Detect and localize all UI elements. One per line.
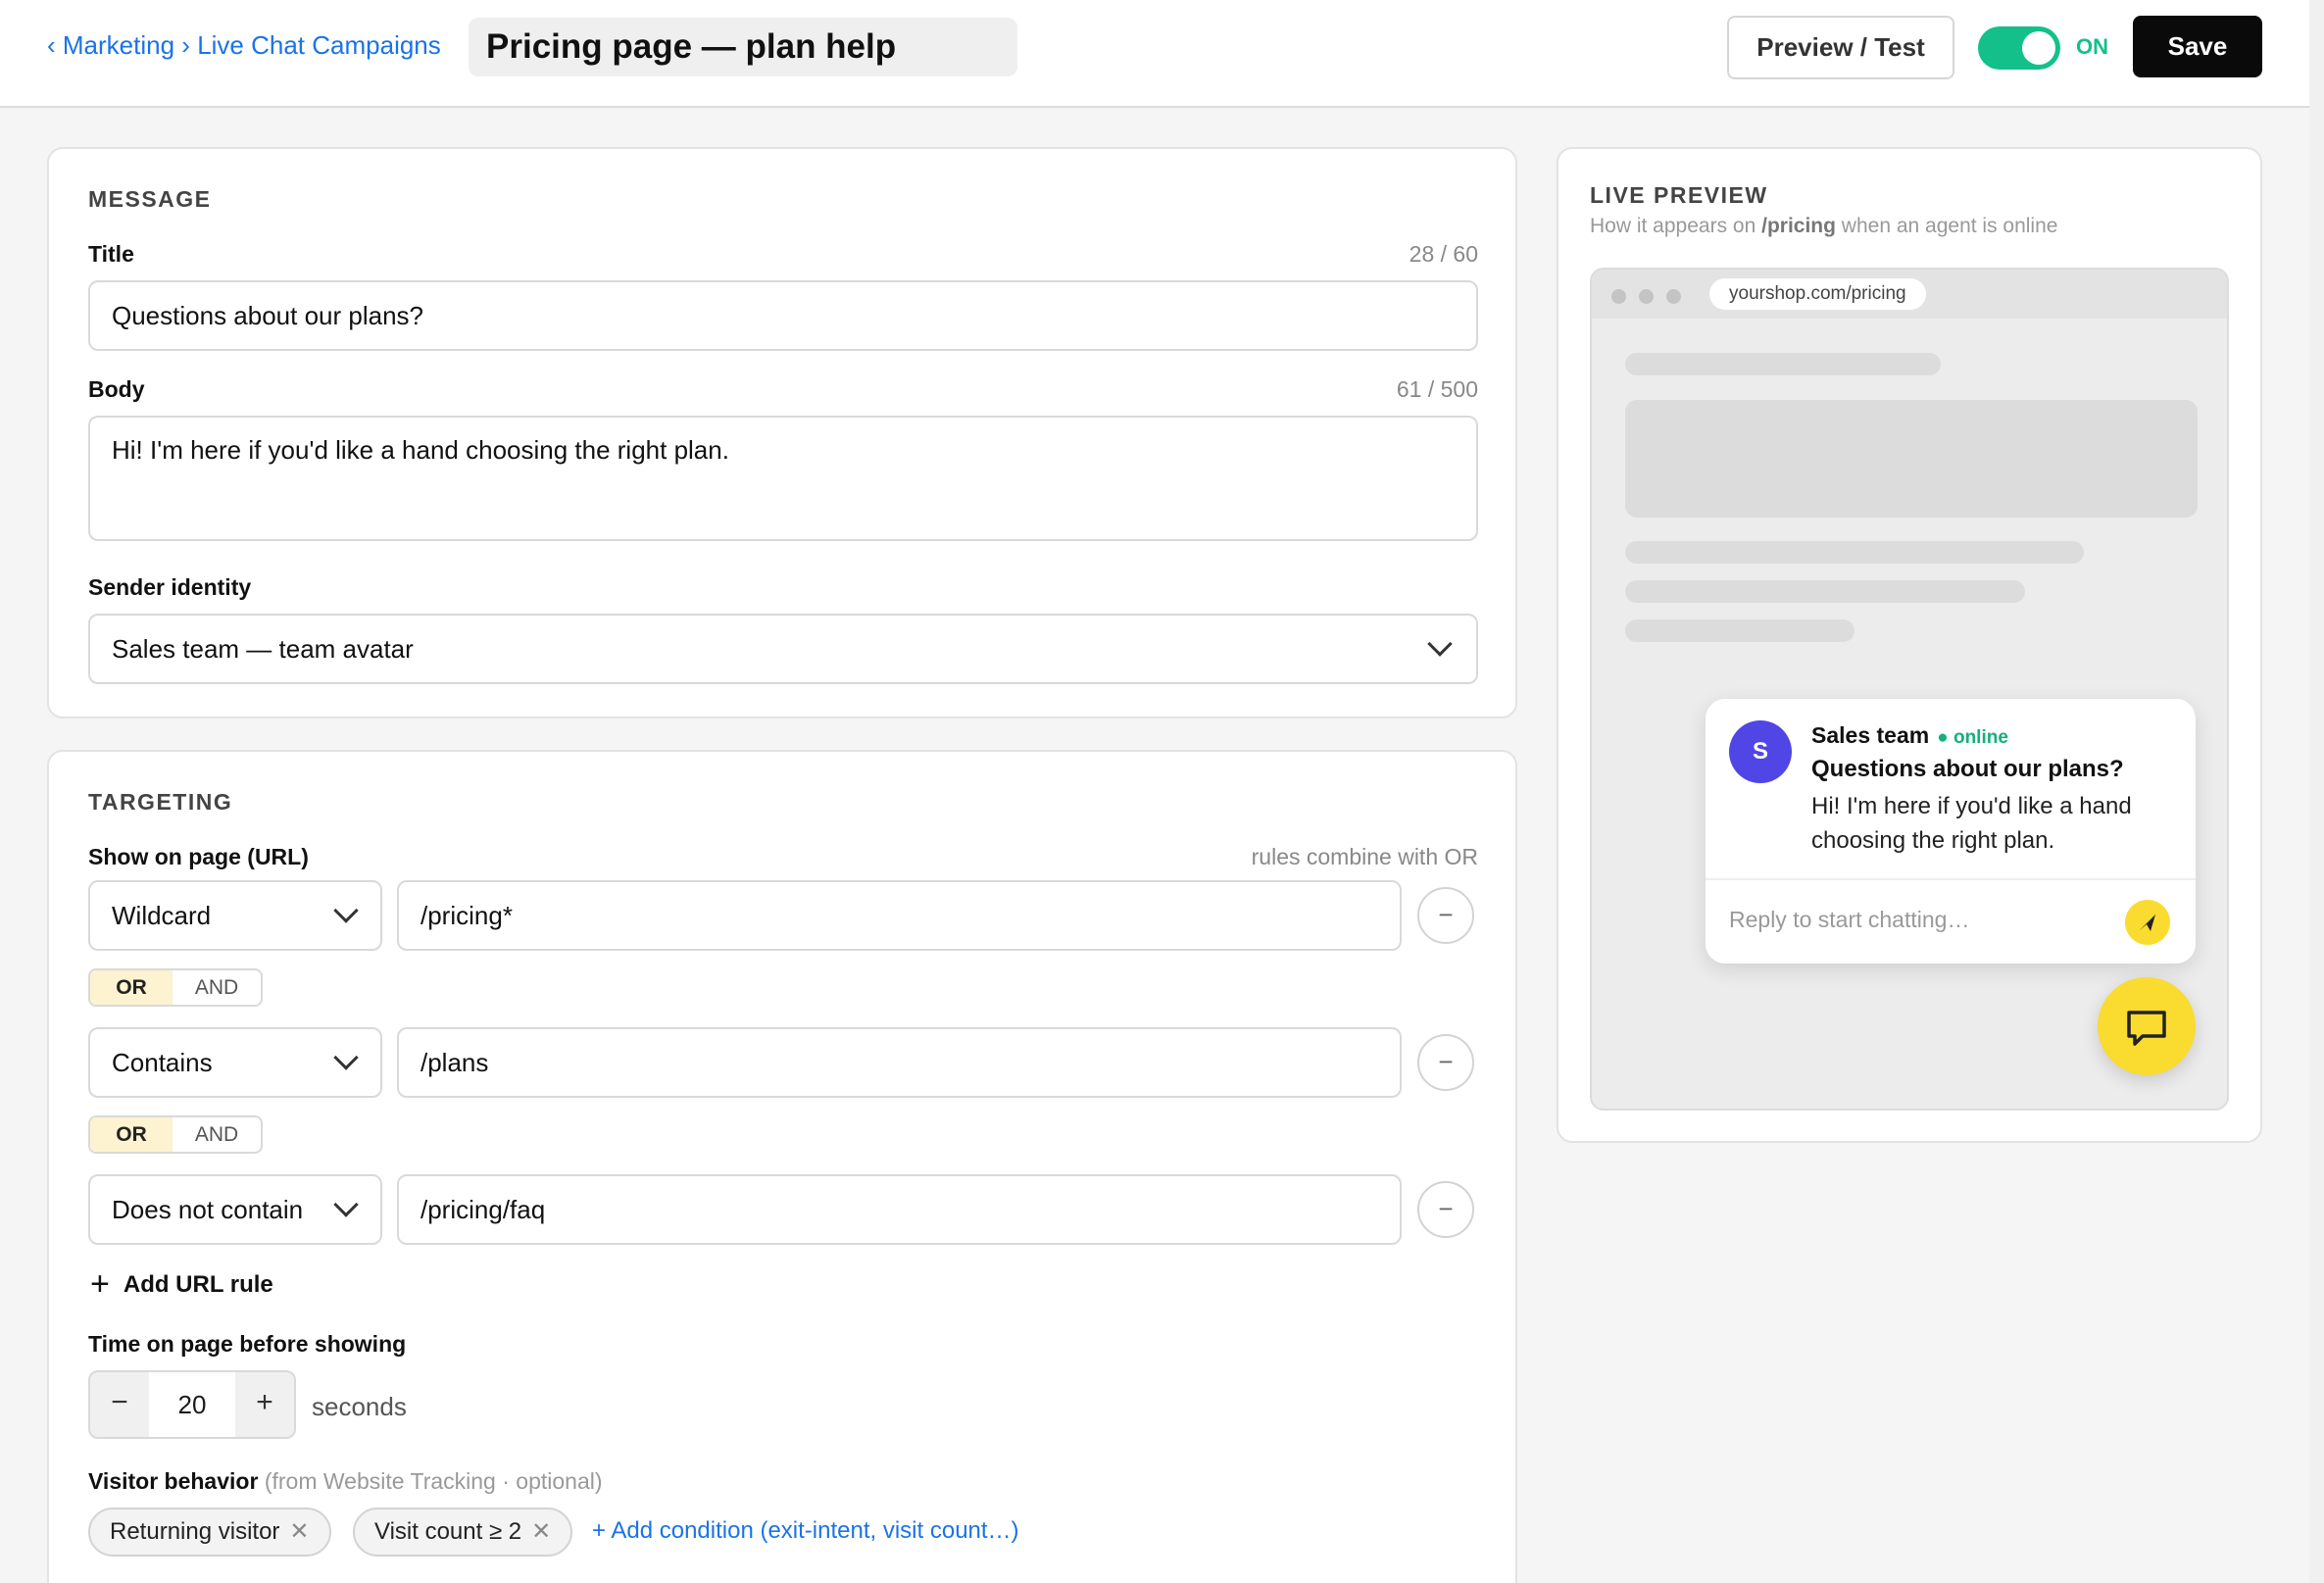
preview-test-button[interactable]: Preview / Test (1727, 16, 1954, 79)
rule-match-value: Wildcard (112, 901, 212, 930)
rule-match-select[interactable]: Wildcard (88, 880, 382, 951)
chat-reply-input[interactable]: Reply to start chatting… (1729, 907, 1969, 933)
toggle-status-label: ON (2076, 34, 2108, 59)
rule-match-value: Does not contain (112, 1195, 304, 1224)
chevron-down-icon (333, 898, 359, 923)
live-preview-title: LIVE PREVIEW (1590, 182, 1768, 208)
connector-or-option[interactable]: OR (90, 1117, 173, 1152)
increment-button[interactable]: + (235, 1372, 294, 1437)
browser-url-bar: yourshop.com/pricing (1709, 278, 1926, 310)
campaign-status-toggle[interactable] (1978, 26, 2060, 70)
window-dot (1611, 289, 1626, 304)
placeholder-line (1625, 619, 1854, 642)
add-url-rule-label: Add URL rule (123, 1271, 273, 1298)
browser-toolbar: yourshop.com/pricing (1592, 270, 2227, 319)
page-scrollbar[interactable] (2309, 0, 2324, 1583)
close-icon[interactable]: ✕ (289, 1518, 309, 1545)
send-button[interactable] (2125, 900, 2170, 945)
chat-sender-name: Sales team (1811, 722, 1930, 748)
remove-rule-button[interactable]: − (1417, 1034, 1474, 1091)
time-units-label: seconds (312, 1392, 407, 1421)
breadcrumb: ‹ Marketing › Live Chat Campaigns (47, 30, 441, 61)
targeting-card: TARGETING Show on page (URL) rules combi… (47, 750, 1517, 1583)
chat-body: Hi! I'm here if you'd like a hand choosi… (1811, 793, 2132, 854)
chat-sender: Sales team ● online (1811, 722, 2008, 749)
window-dot (1666, 289, 1681, 304)
sender-identity-select[interactable]: Sales team — team avatar (88, 614, 1478, 684)
chevron-down-icon (333, 1192, 359, 1217)
behavior-chip-label: Returning visitor (110, 1518, 280, 1545)
breadcrumb-marketing[interactable]: ‹ Marketing (47, 30, 174, 60)
rule-connector-toggle[interactable]: OR AND (88, 1115, 263, 1154)
message-body-textarea[interactable]: Hi! I'm here if you'd like a hand choosi… (88, 416, 1478, 541)
placeholder-line (1625, 353, 1941, 375)
send-icon (2140, 915, 2155, 931)
placeholder-line (1625, 580, 2025, 603)
connector-and-option[interactable]: AND (173, 970, 261, 1005)
save-button[interactable]: Save (2133, 16, 2262, 77)
rule-match-select[interactable]: Does not contain (88, 1174, 382, 1245)
behavior-chip: Visit count ≥ 2 ✕ (353, 1508, 573, 1557)
chat-divider (1706, 878, 2196, 880)
sender-identity-value: Sales team — team avatar (112, 634, 414, 664)
placeholder-block (1625, 400, 2198, 518)
body-label: Body (88, 376, 145, 402)
placeholder-line (1625, 541, 2084, 564)
top-bar: ‹ Marketing › Live Chat Campaigns Pricin… (0, 0, 2309, 108)
behavior-chip: Returning visitor ✕ (88, 1508, 331, 1557)
chat-bubble-icon (2127, 1011, 2166, 1046)
targeting-section-title: TARGETING (88, 789, 233, 815)
campaign-title-input[interactable]: Pricing page — plan help (469, 18, 1017, 76)
time-on-page-stepper: − 20 + (88, 1370, 296, 1439)
breadcrumb-separator: › (181, 30, 190, 60)
window-dot (1639, 289, 1654, 304)
preview-subtitle-path: /pricing (1761, 215, 1836, 237)
visitor-behavior-hint: (from Website Tracking · optional) (264, 1468, 603, 1494)
remove-rule-button[interactable]: − (1417, 1181, 1474, 1238)
url-rules-hint: rules combine with OR (1251, 844, 1478, 869)
plus-icon: + (90, 1265, 110, 1303)
decrement-button[interactable]: − (90, 1372, 149, 1437)
time-on-page-label: Time on page before showing (88, 1331, 407, 1357)
live-preview-subtitle: How it appears on /pricing when an agent… (1590, 215, 2057, 238)
remove-rule-button[interactable]: − (1417, 887, 1474, 944)
connector-and-option[interactable]: AND (173, 1117, 261, 1152)
time-on-page-input[interactable]: 20 (149, 1372, 235, 1437)
visitor-behavior-label: Visitor behavior (from Website Tracking … (88, 1468, 603, 1495)
body-char-counter: 61 / 500 (1396, 376, 1478, 402)
add-condition-link[interactable]: + Add condition (exit-intent, visit coun… (592, 1517, 1019, 1545)
chat-launcher-button[interactable] (2098, 977, 2196, 1075)
message-title-input[interactable]: Questions about our plans? (88, 280, 1478, 351)
online-status: ● online (1937, 727, 2008, 748)
behavior-chip-label: Visit count ≥ 2 (374, 1518, 522, 1545)
rule-match-value: Contains (112, 1048, 213, 1077)
close-icon[interactable]: ✕ (531, 1518, 551, 1545)
preview-subtitle-prefix: How it appears on (1590, 215, 1756, 237)
rule-url-input[interactable]: /pricing* (397, 880, 1402, 951)
message-section-title: MESSAGE (88, 186, 212, 212)
add-url-rule-button[interactable]: + Add URL rule (90, 1265, 273, 1304)
visitor-behavior-title: Visitor behavior (88, 1468, 259, 1494)
breadcrumb-live-chat-campaigns[interactable]: Live Chat Campaigns (197, 30, 441, 60)
rule-url-input[interactable]: /plans (397, 1027, 1402, 1098)
title-char-counter: 28 / 60 (1409, 241, 1478, 267)
sender-identity-label: Sender identity (88, 574, 252, 600)
rule-connector-toggle[interactable]: OR AND (88, 968, 263, 1007)
browser-mockup: yourshop.com/pricing S Sales team ● onlin… (1590, 268, 2229, 1111)
title-label: Title (88, 241, 134, 267)
message-card: MESSAGE Title 28 / 60 Questions about ou… (47, 147, 1517, 718)
preview-subtitle-suffix: when an agent is online (1841, 215, 2058, 237)
chevron-down-icon (1427, 631, 1453, 657)
toggle-knob (2022, 31, 2055, 65)
avatar: S (1729, 720, 1792, 783)
chat-message-popup: S Sales team ● online Questions about our… (1706, 699, 2196, 964)
rule-url-input[interactable]: /pricing/faq (397, 1174, 1402, 1245)
rule-match-select[interactable]: Contains (88, 1027, 382, 1098)
url-rules-label: Show on page (URL) (88, 844, 309, 869)
chat-title: Questions about our plans? (1811, 756, 2124, 782)
connector-or-option[interactable]: OR (90, 970, 173, 1005)
chevron-down-icon (333, 1045, 359, 1070)
